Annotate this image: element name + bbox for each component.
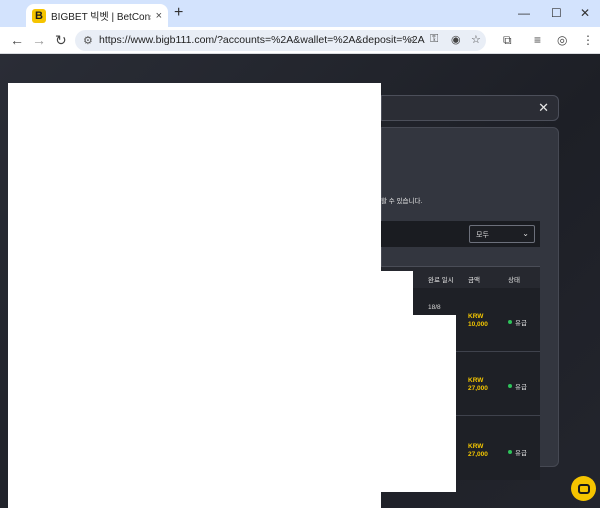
zoom-icon[interactable]: ⌕ — [409, 33, 415, 46]
row-currency: KRW — [468, 377, 484, 384]
row-status: 유급 — [515, 384, 527, 391]
blank-overlay-window — [381, 315, 456, 492]
bookmark-star-icon[interactable]: ☆ — [471, 33, 481, 46]
chevron-down-icon: ⌄ — [522, 229, 529, 238]
new-tab-button[interactable]: + — [174, 5, 183, 21]
column-header-completed-time: 완료 일시 — [428, 277, 454, 284]
blank-overlay-window — [381, 271, 413, 315]
reload-icon[interactable]: ↻ — [55, 33, 67, 47]
status-dot-icon — [508, 384, 512, 388]
select-value: 모두 — [476, 232, 489, 239]
tab-title: BIGBET 빅벳 | BetConstruct 통 — [51, 12, 151, 23]
site-info-icon[interactable]: ⚙ — [83, 34, 93, 47]
status-badge: 유급 — [508, 447, 527, 457]
status-badge: 유급 — [508, 317, 527, 327]
window-close-button[interactable]: ✕ — [580, 6, 590, 20]
password-key-icon[interactable]: ⚿ — [430, 33, 438, 46]
browser-tab-bar: B BIGBET 빅벳 | BetConstruct 통 × + — ☐ ✕ — [0, 0, 600, 27]
address-bar[interactable]: ⚙ https://www.bigb111.com/?accounts=%2A&… — [75, 30, 486, 51]
url-text: https://www.bigb111.com/?accounts=%2A&wa… — [99, 34, 425, 46]
media-control-icon[interactable]: ≡ — [534, 33, 541, 47]
row-currency: KRW — [468, 313, 484, 320]
profile-avatar-icon[interactable]: ◎ — [557, 33, 567, 47]
chat-bubble-icon — [577, 483, 590, 494]
column-header-status: 상태 — [508, 277, 520, 284]
site-favicon-icon: B — [32, 8, 46, 23]
browser-menu-icon[interactable]: ⋮ — [582, 33, 594, 47]
row-amount: 10,000 — [468, 321, 488, 328]
notice-text: 할 수 있습니다. — [381, 198, 423, 205]
row-status: 유급 — [515, 450, 527, 457]
window-minimize-button[interactable]: — — [518, 6, 530, 20]
status-filter-select[interactable]: 모두 ⌄ — [469, 225, 535, 243]
row-status: 유급 — [515, 320, 527, 327]
eye-off-icon[interactable]: ◉ — [451, 33, 461, 46]
status-badge: 유급 — [508, 381, 527, 391]
row-amount: 27,000 — [468, 451, 488, 458]
row-amount: 27,000 — [468, 385, 488, 392]
forward-arrow-icon[interactable]: → — [32, 33, 46, 47]
window-maximize-button[interactable]: ☐ — [551, 6, 562, 20]
browser-tab[interactable]: B BIGBET 빅벳 | BetConstruct 통 × — [26, 4, 168, 27]
live-chat-button[interactable] — [571, 476, 596, 501]
extensions-icon[interactable]: ⧉ — [503, 33, 512, 47]
blank-overlay-window — [8, 83, 381, 508]
back-arrow-icon[interactable]: ← — [10, 33, 24, 47]
browser-toolbar: ← → ↻ ⚙ https://www.bigb111.com/?account… — [0, 27, 600, 54]
column-header-amount: 금액 — [468, 277, 480, 284]
status-dot-icon — [508, 320, 512, 324]
status-dot-icon — [508, 450, 512, 454]
row-date: 18/8 — [428, 304, 441, 311]
row-currency: KRW — [468, 443, 484, 450]
tab-close-icon[interactable]: × — [156, 10, 162, 22]
modal-header-bar: ✕ — [381, 95, 559, 121]
close-icon[interactable]: ✕ — [538, 100, 549, 116]
